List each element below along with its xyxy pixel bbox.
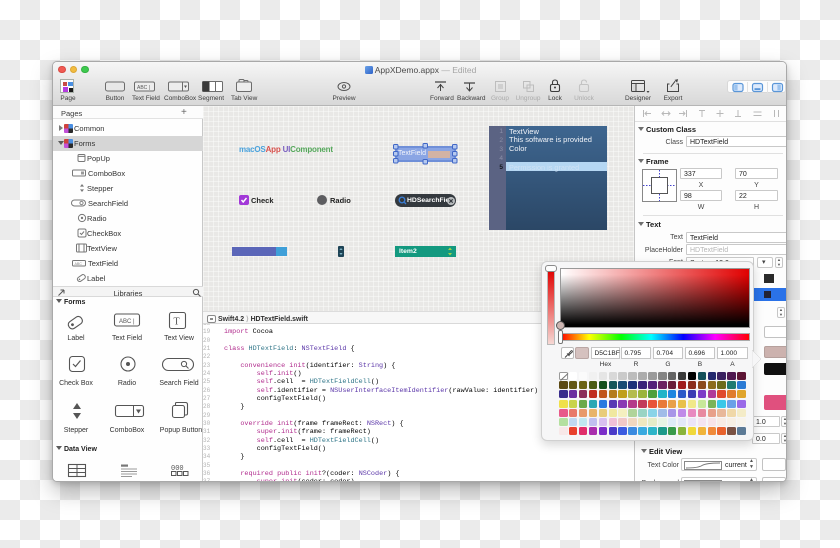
- svg-text:ABC: ABC: [75, 262, 83, 266]
- svg-text:T: T: [174, 317, 180, 328]
- svg-text:ABC |: ABC |: [137, 85, 150, 91]
- svg-text:ABC |: ABC |: [119, 319, 135, 325]
